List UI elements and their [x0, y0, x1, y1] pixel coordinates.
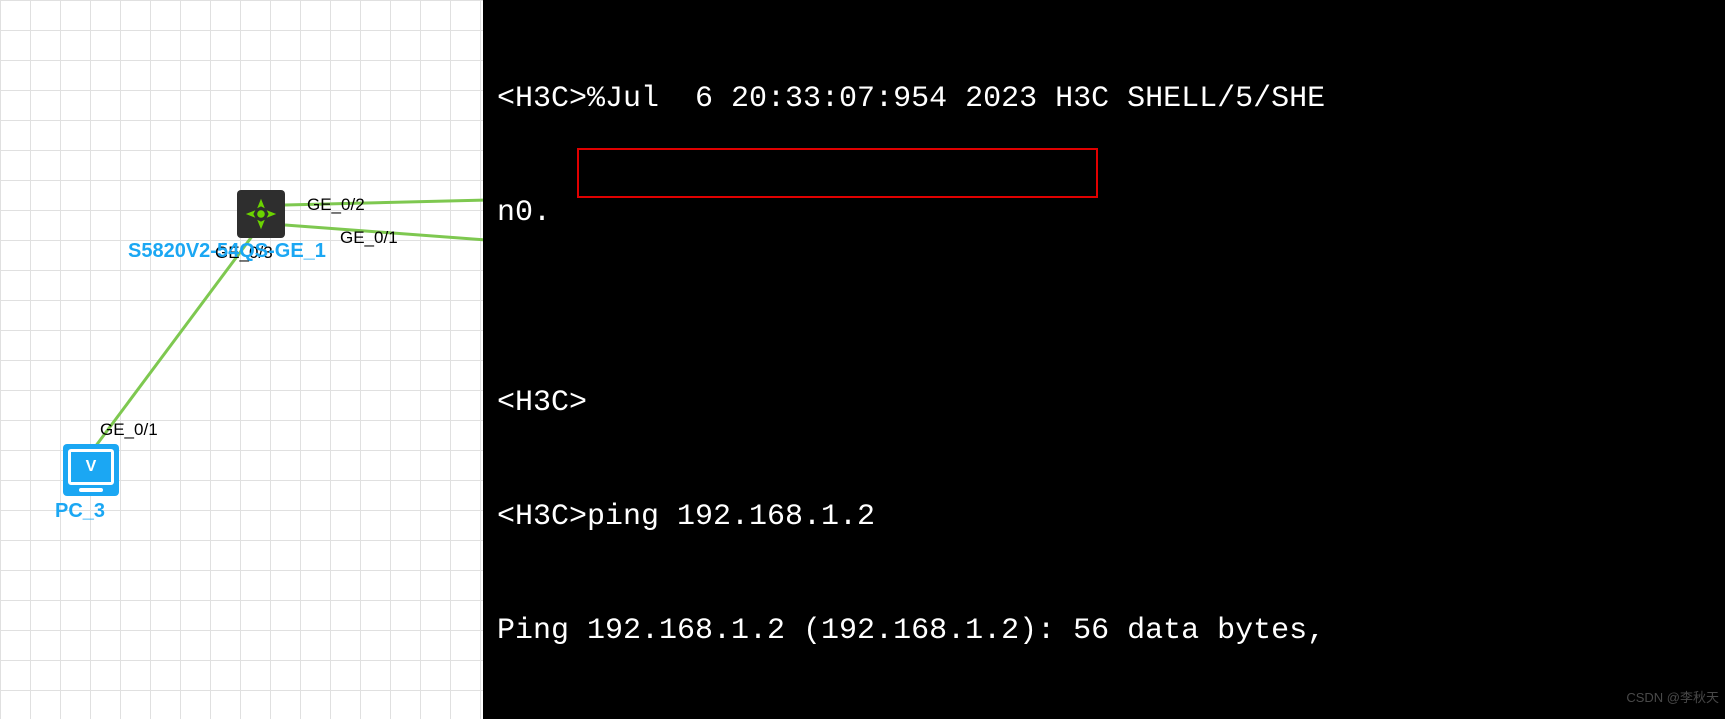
pc-monitor-icon: V	[68, 449, 114, 485]
command-highlight-box	[577, 148, 1098, 198]
topology-pane[interactable]: GE_0/2 GE_0/1 GE_0/3 S5820V2-54QS-GE_1 G…	[0, 0, 487, 719]
port-label-ge01: GE_0/1	[340, 228, 398, 248]
link-ge03	[95, 235, 253, 447]
pc-screen-letter: V	[86, 458, 97, 476]
app-root: GE_0/2 GE_0/1 GE_0/3 S5820V2-54QS-GE_1 G…	[0, 0, 1725, 719]
watermark: CSDN @李秋天	[1626, 679, 1719, 717]
topology-links	[0, 0, 483, 719]
terminal-line: n0.	[497, 194, 1715, 232]
pc-base-icon	[79, 488, 103, 492]
pc-node[interactable]: V	[63, 444, 119, 496]
pc-label: PC_3	[55, 500, 105, 523]
switch-icon	[242, 195, 280, 233]
terminal-line: <H3C>	[497, 384, 1715, 422]
terminal-line: Ping 192.168.1.2 (192.168.1.2): 56 data …	[497, 612, 1715, 650]
terminal-line: <H3C>%Jul 6 20:33:07:954 2023 H3C SHELL/…	[497, 80, 1715, 118]
switch-label: S5820V2-54QS-GE_1	[128, 240, 326, 263]
switch-node[interactable]	[237, 190, 285, 238]
terminal-line: <H3C>ping 192.168.1.2	[497, 498, 1715, 536]
port-label-ge02: GE_0/2	[307, 195, 365, 215]
terminal-pane[interactable]: <H3C>%Jul 6 20:33:07:954 2023 H3C SHELL/…	[487, 0, 1725, 719]
port-label-pc-ge01: GE_0/1	[100, 420, 158, 440]
